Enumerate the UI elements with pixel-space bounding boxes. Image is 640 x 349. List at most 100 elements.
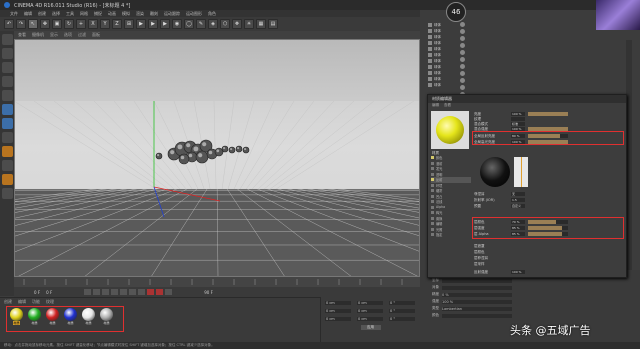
points-mode-icon[interactable] [1,90,13,101]
menu-item-12[interactable]: 运动图形 [186,11,202,17]
menu-item-4[interactable]: 工具 [66,11,74,17]
goto-end-icon[interactable] [138,289,146,295]
menu-item-11[interactable]: 运动跟踪 [164,11,180,17]
viewport-menu-item-1[interactable]: 摄像机 [32,32,44,38]
viewport-menu-item-2[interactable]: 显示 [50,32,58,38]
toolbar-button-21[interactable]: ▦ [256,19,266,29]
channel-checkbox[interactable] [431,216,434,220]
next-key-icon[interactable] [129,289,137,295]
channel-checkbox[interactable] [431,200,434,204]
channel-checkbox[interactable] [431,172,434,176]
material-tag-icon[interactable] [460,22,465,27]
coord-field[interactable]: 0 ° [389,309,415,313]
workplane-icon[interactable] [1,76,13,87]
material-tag-icon[interactable] [460,29,465,34]
material-preview[interactable] [431,111,469,149]
material-menu-item-3[interactable]: 纹理 [46,299,54,304]
menu-item-1[interactable]: 编辑 [24,11,32,17]
toolbar-button-18[interactable]: ⬡ [220,19,230,29]
lock-workplane-icon[interactable] [1,174,13,185]
channel-checkbox[interactable] [431,161,434,165]
toolbar-button-16[interactable]: ✎ [196,19,206,29]
edges-mode-icon[interactable] [1,104,13,115]
material-tag-icon[interactable] [460,43,465,48]
attribute-value-field[interactable] [442,313,512,318]
toolbar-button-11[interactable]: ▶ [136,19,146,29]
material-tag-icon[interactable] [460,71,465,76]
toolbar-button-19[interactable]: ❖ [232,19,242,29]
toolbar-button-7[interactable]: X [88,19,98,29]
channel-checkbox[interactable] [431,178,434,182]
viewport-menu-item-3[interactable]: 选项 [64,32,72,38]
toolbar-button-3[interactable]: ✥ [40,19,50,29]
material-menu-item-1[interactable]: 编辑 [18,299,26,304]
polygons-mode-icon[interactable] [1,118,13,129]
channel-checkbox[interactable] [431,183,434,187]
toolbar-button-1[interactable]: ↷ [16,19,26,29]
axis-mode-icon[interactable] [1,132,13,143]
material-tag-icon[interactable] [460,64,465,69]
fresnel-row-0-value[interactable]: 无 [511,192,525,196]
menu-item-7[interactable]: 动画 [108,11,116,17]
editor-bottom-row-value[interactable]: 100 % [511,270,525,274]
keyframe-icon[interactable] [165,289,173,295]
toolbar-button-8[interactable]: Y [100,19,110,29]
menu-item-8[interactable]: 模拟 [122,11,130,17]
toolbar-button-9[interactable]: Z [112,19,122,29]
apply-button[interactable]: 应用 [360,325,381,330]
channel-14[interactable]: 指定 [431,232,471,238]
channel-checkbox[interactable] [431,194,434,198]
prev-frame-icon[interactable] [102,289,110,295]
toolbar-button-14[interactable]: ◉ [172,19,182,29]
solo-icon[interactable] [1,188,13,199]
toolbar-button-12[interactable]: ▶ [148,19,158,29]
attribute-value-field[interactable]: 0 % [442,292,512,297]
prev-key-icon[interactable] [93,289,101,295]
attribute-value-field[interactable]: 100 % [442,299,512,304]
coord-field[interactable]: 0 ° [389,301,415,305]
material-tag-icon[interactable] [460,78,465,83]
coord-field[interactable]: 0 cm [325,317,351,321]
toolbar-button-6[interactable]: + [76,19,86,29]
toolbar-button-0[interactable]: ↶ [4,19,14,29]
material-tag-icon[interactable] [460,36,465,41]
channel-checkbox[interactable] [431,233,434,237]
coord-field[interactable]: 0 ° [389,317,415,321]
coord-field[interactable]: 0 cm [325,301,351,305]
attribute-value-field[interactable] [442,285,512,290]
coord-field[interactable]: 0 cm [357,301,383,305]
attribute-value-field[interactable] [442,278,512,283]
toolbar-button-17[interactable]: ◈ [208,19,218,29]
record-icon[interactable] [147,289,155,295]
coord-field[interactable]: 0 cm [325,309,351,313]
channel-checkbox[interactable] [431,227,434,231]
make-editable-icon[interactable] [1,34,13,45]
menu-item-13[interactable]: 角色 [208,11,216,17]
viewport-menu-item-5[interactable]: 面板 [92,32,100,38]
channel-checkbox[interactable] [431,156,434,160]
toolbar-button-2[interactable]: ↖ [28,19,38,29]
model-mode-icon[interactable] [1,48,13,59]
fresnel-row-2-value[interactable]: 自定义 [511,204,525,208]
toolbar-button-20[interactable]: ☀ [244,19,254,29]
viewport-menu-item-4[interactable]: 过滤 [78,32,86,38]
attribute-value-field[interactable]: Lambertian [442,306,512,311]
start-frame-field[interactable]: 0 F [34,290,40,295]
texture-mode-icon[interactable] [1,62,13,73]
toolbar-button-10[interactable]: ⊞ [124,19,134,29]
editor-section-3[interactable]: 层采样 [474,261,485,267]
menu-item-6[interactable]: 捕捉 [94,11,102,17]
editor-menu-item-0[interactable]: 编辑 [432,103,439,109]
snap-icon[interactable] [1,160,13,171]
editor-menu-item-1[interactable]: 查看 [444,103,451,109]
toolbar-button-15[interactable]: ◯ [184,19,194,29]
toolbar-button-5[interactable]: ↻ [64,19,74,29]
play-icon[interactable] [111,289,119,295]
menu-item-9[interactable]: 渲染 [136,11,144,17]
channel-checkbox[interactable] [431,167,434,171]
current-frame-field[interactable]: 0 F [46,290,52,295]
coord-field[interactable]: 0 cm [357,317,383,321]
channel-checkbox[interactable] [431,211,434,215]
viewport-menu-item-0[interactable]: 查看 [18,32,26,38]
goto-start-icon[interactable] [84,289,92,295]
